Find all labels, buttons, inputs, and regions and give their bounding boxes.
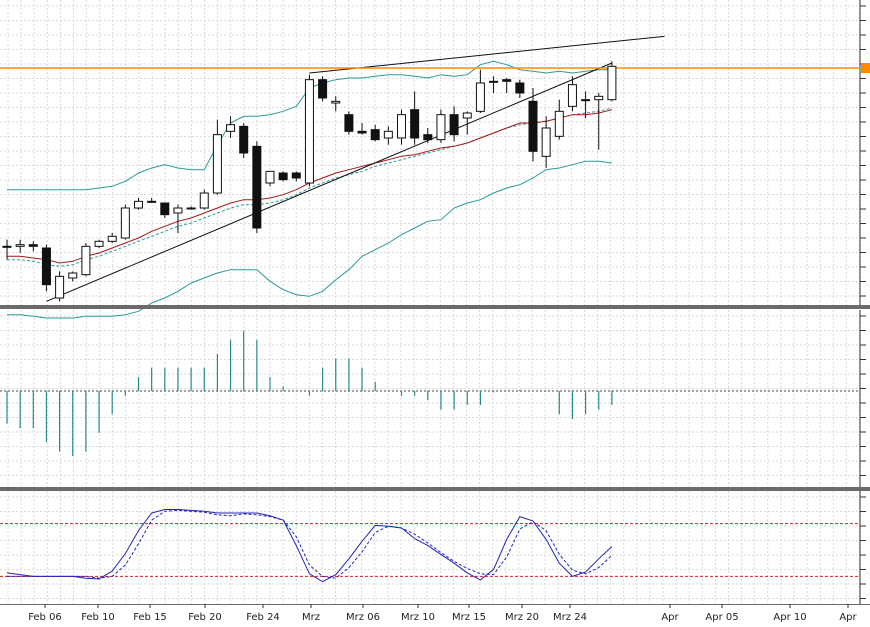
candle [55, 275, 65, 299]
panel-separators [0, 305, 870, 605]
candle [318, 79, 328, 99]
candle [41, 247, 51, 286]
candle [410, 109, 420, 139]
candle [502, 79, 512, 82]
x-axis-tick-label: Mrz 10 [401, 612, 435, 623]
candle [331, 100, 341, 104]
candle [449, 114, 459, 136]
candle [212, 134, 222, 194]
x-axis-tick-label: Feb 06 [28, 612, 62, 623]
candle [239, 125, 249, 154]
x-axis-tick-label: Feb 20 [188, 612, 222, 623]
candle [607, 65, 617, 101]
candle [554, 110, 564, 137]
candle [397, 114, 406, 139]
price-panel-grid [0, 0, 866, 305]
candle [199, 192, 209, 209]
x-axis-tick-label: Mrz 06 [346, 612, 380, 623]
candle [489, 80, 499, 83]
chart-canvas: Feb 06 Feb 10 Feb 15 Feb 20 Feb 24 Mrz Mrz 06 M… [0, 0, 870, 623]
candle [28, 244, 38, 247]
candle [68, 272, 78, 279]
candle [370, 129, 380, 141]
candle [344, 114, 354, 132]
candle [81, 245, 91, 276]
separator-xaxis [0, 604, 870, 605]
candle [462, 112, 472, 119]
oscillator-panel-grid [0, 310, 866, 487]
candle [541, 127, 551, 157]
x-axis-tick-label: Apr 10 [773, 612, 806, 623]
oscillator-histogram [0, 330, 860, 457]
candle [134, 200, 143, 209]
candle [304, 79, 314, 184]
candle [357, 130, 367, 134]
separator-oscillator-stochastic [0, 487, 870, 491]
x-axis: Feb 06 Feb 10 Feb 15 Feb 20 Feb 24 Mrz Mrz 06 M… [28, 604, 858, 623]
x-axis-tick-label: Mrz [302, 612, 320, 623]
candle [120, 207, 130, 239]
x-axis-tick-label: Apr [661, 612, 679, 623]
candle [173, 207, 183, 214]
candle [278, 172, 288, 181]
candle [383, 130, 393, 139]
candle [581, 99, 591, 102]
stochastic-panel-grid [0, 491, 866, 604]
x-axis-tick-label: Mrz 15 [452, 612, 486, 623]
candle [226, 124, 236, 132]
x-axis-tick-label: Apr [839, 612, 857, 623]
x-axis-tick-label: Apr 05 [705, 612, 738, 623]
candle [515, 82, 525, 94]
candle [2, 245, 12, 248]
separator-price-oscillator [0, 305, 870, 309]
candle [147, 200, 157, 203]
candle [423, 134, 433, 141]
horizontal-line-marker [861, 63, 870, 73]
candle [94, 240, 104, 247]
candle [475, 82, 485, 112]
candle [252, 145, 262, 229]
candle [567, 84, 577, 107]
candle [436, 114, 446, 141]
candle [291, 172, 301, 179]
candle [186, 207, 196, 210]
x-axis-tick-label: Mrz 20 [505, 612, 539, 623]
candle [107, 235, 117, 242]
x-axis-tick-label: Mrz 24 [553, 612, 587, 623]
candle [160, 202, 170, 216]
x-axis-tick-label: Feb 15 [133, 612, 167, 623]
candle [528, 100, 538, 152]
horizontal-level-line [0, 63, 870, 73]
x-axis-tick-label: Feb 24 [246, 612, 280, 623]
candle [15, 244, 25, 247]
trendline-support [46, 62, 613, 302]
x-axis-tick-label: Feb 10 [81, 612, 115, 623]
candle [594, 95, 604, 101]
stochastic-lines [0, 509, 860, 583]
candle [265, 170, 275, 184]
